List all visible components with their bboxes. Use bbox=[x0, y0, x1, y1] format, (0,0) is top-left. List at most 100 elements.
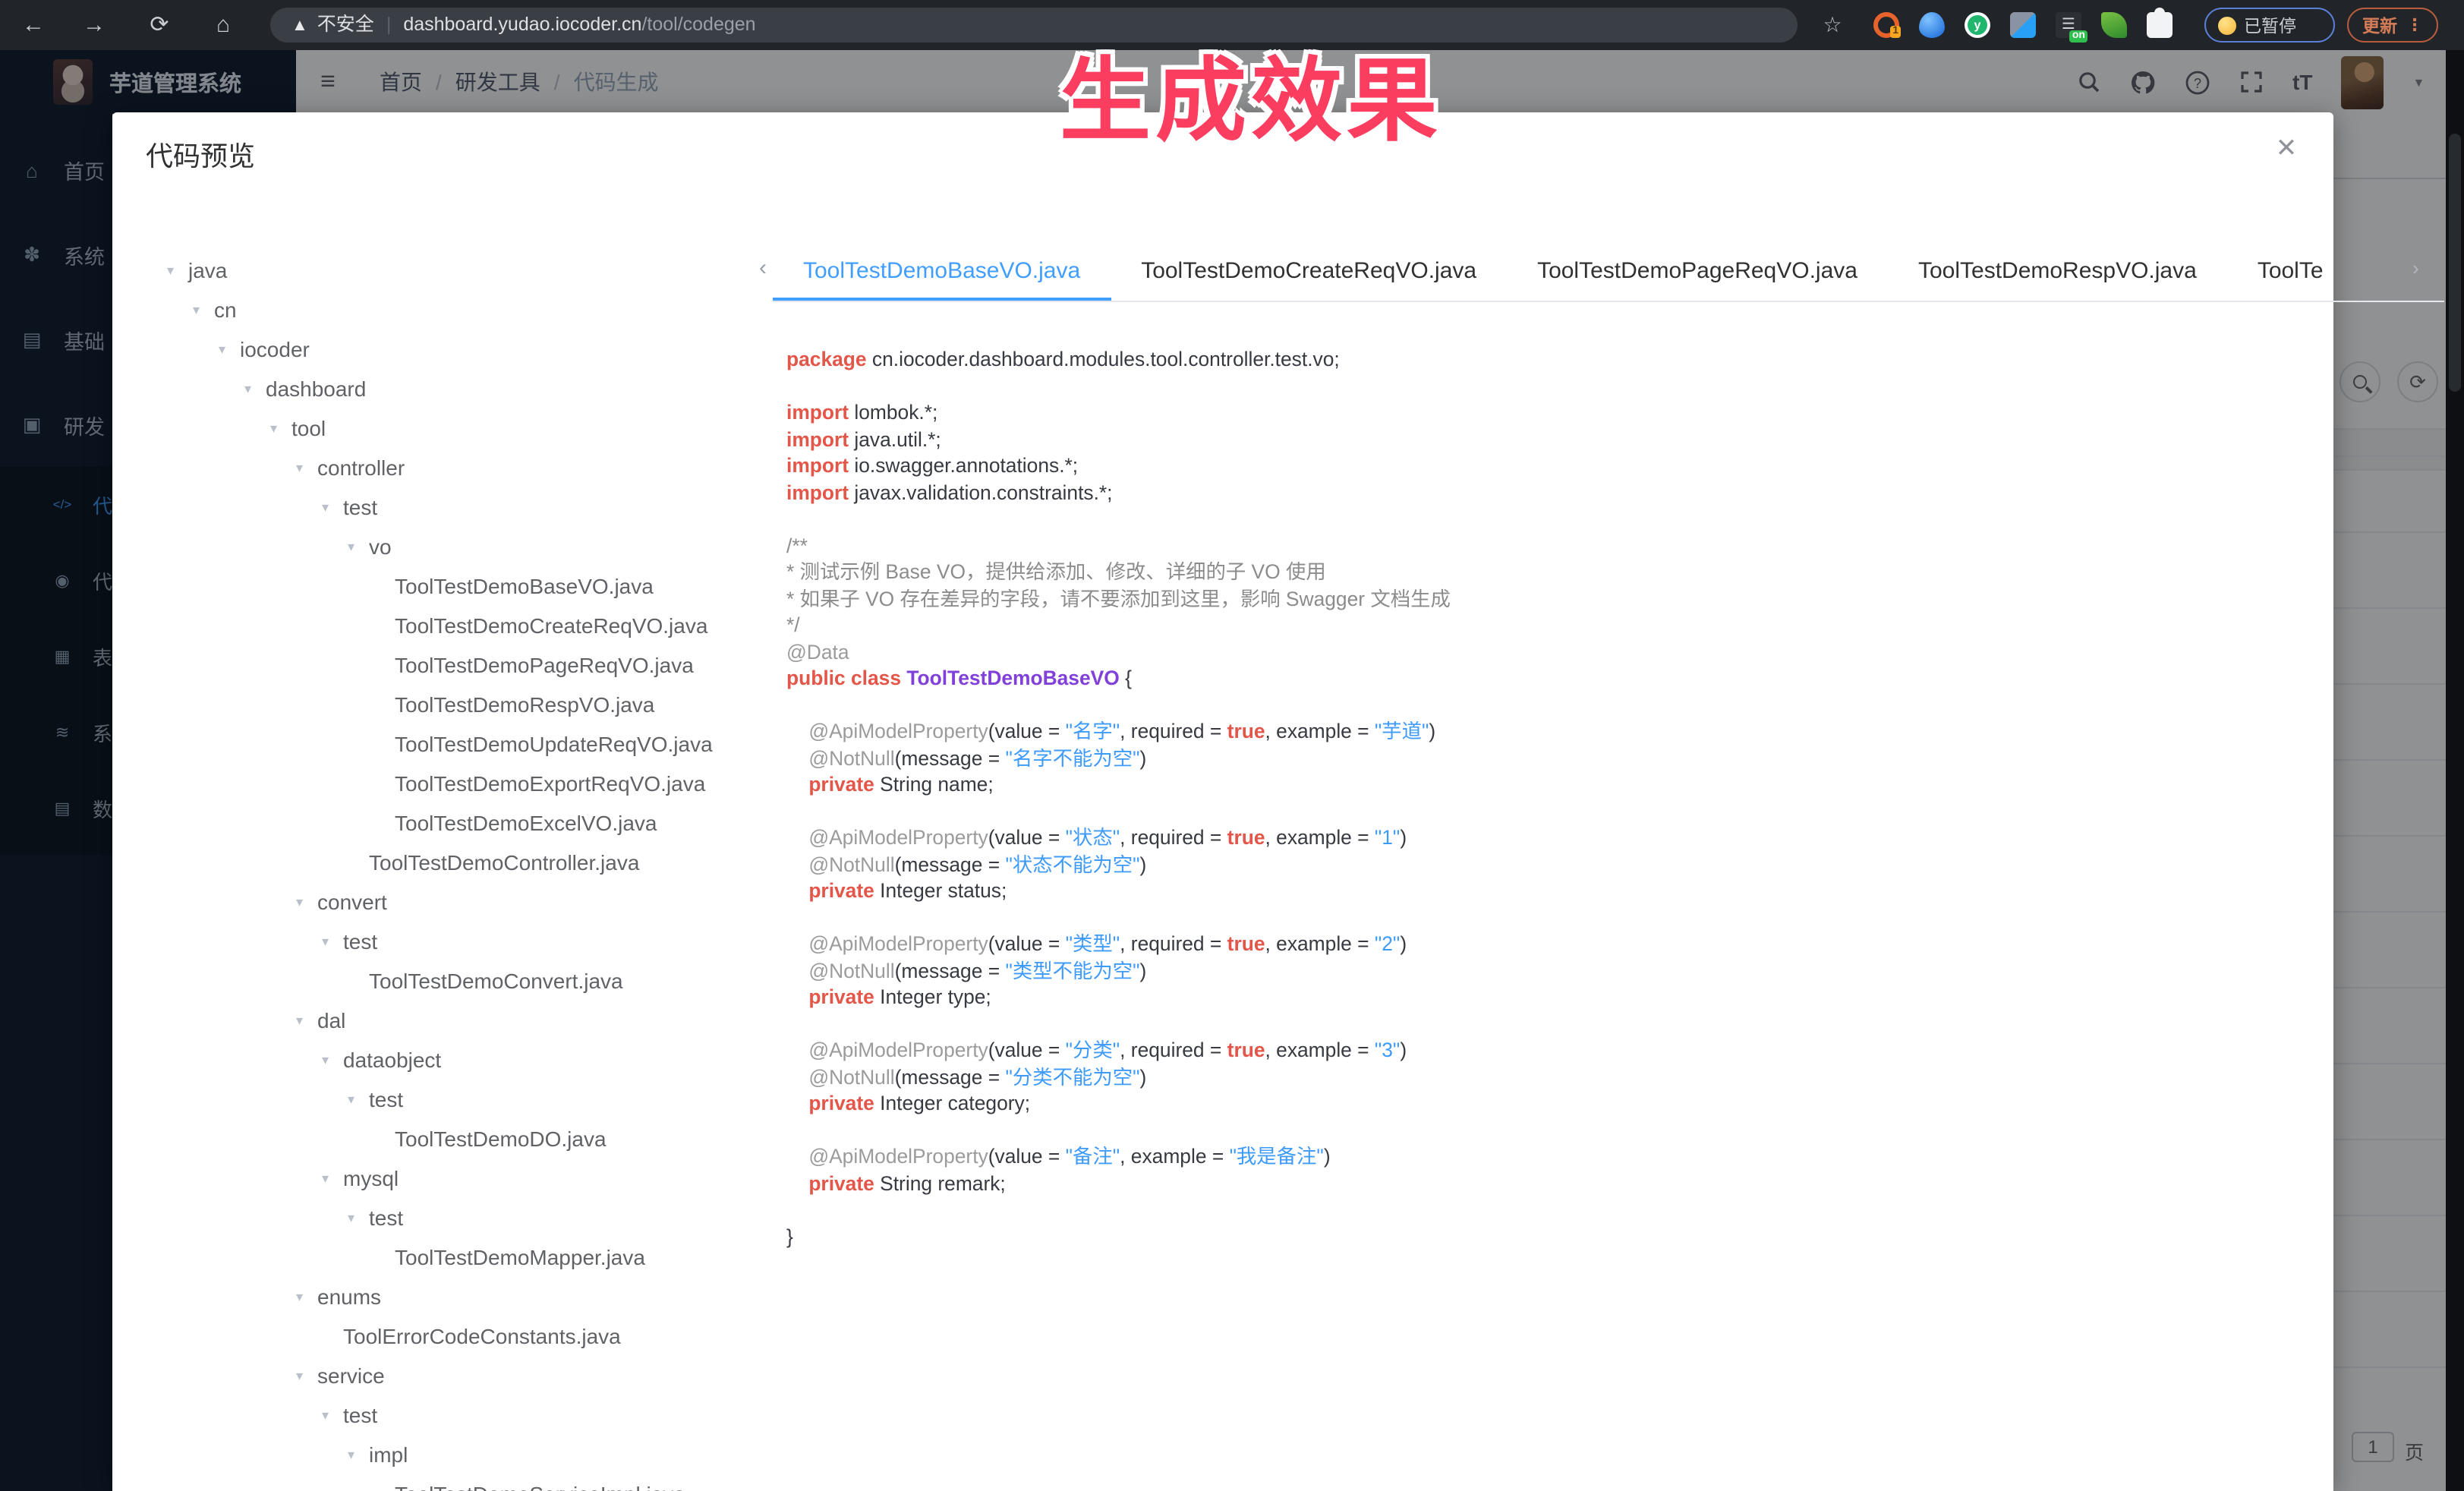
tree-file[interactable]: ToolTestDemoDO.java bbox=[149, 1119, 786, 1158]
code-line: @NotNull(message = "名字不能为空") bbox=[786, 745, 2320, 771]
tree-folder[interactable]: ▾tool bbox=[149, 408, 786, 448]
tree-folder[interactable]: ▾cn bbox=[149, 290, 786, 329]
code-line: private String remark; bbox=[786, 1170, 2320, 1196]
caret-down-icon[interactable]: ▾ bbox=[348, 1198, 369, 1237]
tree-folder[interactable]: ▾test bbox=[149, 922, 786, 961]
caret-down-icon[interactable]: ▾ bbox=[167, 251, 188, 290]
caret-down-icon[interactable]: ▾ bbox=[270, 408, 291, 448]
home-icon[interactable]: ⌂ bbox=[205, 0, 241, 50]
file-tab[interactable]: ToolTestDemoPageReqVO.java bbox=[1507, 243, 1888, 301]
address-bar[interactable]: ▲不安全|dashboard.yudao.iocoder.cn/tool/cod… bbox=[270, 8, 1798, 43]
reload-icon[interactable]: ⟳ bbox=[141, 0, 178, 50]
tree-item-label: ToolTestDemoBaseVO.java bbox=[395, 566, 654, 606]
tree-file[interactable]: ToolTestDemoController.java bbox=[149, 843, 786, 882]
tree-item-label: test bbox=[343, 487, 377, 527]
back-icon[interactable]: ← bbox=[15, 0, 52, 50]
green-y-extension-icon[interactable]: y bbox=[1965, 12, 1990, 38]
tree-folder[interactable]: ▾java bbox=[149, 251, 786, 290]
extension-badge: 1 bbox=[1890, 26, 1901, 38]
file-tab[interactable]: ToolTe bbox=[2227, 243, 2354, 301]
leaf-extension-icon[interactable] bbox=[2101, 12, 2127, 38]
caret-down-icon[interactable]: ▾ bbox=[348, 527, 369, 566]
tree-folder[interactable]: ▾convert bbox=[149, 882, 786, 922]
tree-file[interactable]: ToolTestDemoConvert.java bbox=[149, 961, 786, 1001]
file-tabs-bar: ‹ ToolTestDemoBaseVO.javaToolTestDemoCre… bbox=[759, 243, 2323, 302]
caret-down-icon[interactable]: ▾ bbox=[244, 369, 266, 408]
code-line: } bbox=[786, 1223, 2320, 1250]
code-line bbox=[786, 506, 2320, 532]
file-tree: ▾java▾cn▾iocoder▾dashboard▾tool▾controll… bbox=[149, 251, 786, 1491]
file-tabs: ToolTestDemoBaseVO.javaToolTestDemoCreat… bbox=[773, 243, 2405, 302]
caret-down-icon[interactable]: ▾ bbox=[322, 1395, 343, 1435]
tree-folder[interactable]: ▾test bbox=[149, 1080, 786, 1119]
tree-folder[interactable]: ▾dal bbox=[149, 1001, 786, 1040]
tree-folder[interactable]: ▾test bbox=[149, 487, 786, 527]
tree-item-label: iocoder bbox=[240, 329, 310, 369]
caret-down-icon[interactable]: ▾ bbox=[348, 1080, 369, 1119]
extension-badge: on bbox=[2070, 30, 2087, 43]
tree-file[interactable]: ToolTestDemoExcelVO.java bbox=[149, 803, 786, 843]
tree-folder[interactable]: ▾test bbox=[149, 1395, 786, 1435]
tabs-border-extension bbox=[2405, 301, 2444, 302]
tree-folder[interactable]: ▾vo bbox=[149, 527, 786, 566]
tree-folder[interactable]: ▾test bbox=[149, 1198, 786, 1237]
tree-folder[interactable]: ▾mysql bbox=[149, 1158, 786, 1198]
file-tab[interactable]: ToolTestDemoCreateReqVO.java bbox=[1111, 243, 1507, 301]
tabs-scroll-left-icon[interactable]: ‹ bbox=[759, 255, 767, 281]
orange-ring-extension-icon[interactable]: 1 bbox=[1873, 12, 1899, 38]
file-tab[interactable]: ToolTestDemoRespVO.java bbox=[1888, 243, 2227, 301]
tree-file[interactable]: ToolTestDemoPageReqVO.java bbox=[149, 645, 786, 685]
tree-folder[interactable]: ▾dataobject bbox=[149, 1040, 786, 1080]
blue-drop-extension-icon[interactable] bbox=[1919, 12, 1945, 38]
tree-file[interactable]: ToolTestDemoRespVO.java bbox=[149, 685, 786, 724]
code-line: private Integer type; bbox=[786, 984, 2320, 1010]
code-line: private Integer category; bbox=[786, 1090, 2320, 1117]
tree-item-label: ToolTestDemoPageReqVO.java bbox=[395, 645, 694, 685]
tree-file[interactable]: ToolErrorCodeConstants.java bbox=[149, 1316, 786, 1356]
tree-folder[interactable]: ▾controller bbox=[149, 448, 786, 487]
caret-down-icon[interactable]: ▾ bbox=[296, 882, 317, 922]
tabs-scroll-right-icon[interactable]: › bbox=[2412, 257, 2419, 279]
tree-file[interactable]: ToolTestDemoMapper.java bbox=[149, 1237, 786, 1277]
paused-extension-pill[interactable]: 已暂停 bbox=[2204, 8, 2335, 43]
puzzle-extension-icon[interactable] bbox=[2147, 12, 2173, 38]
caret-down-icon[interactable]: ▾ bbox=[322, 1158, 343, 1198]
list-extension-icon[interactable]: ☰on bbox=[2056, 12, 2081, 38]
caret-down-icon[interactable]: ▾ bbox=[322, 487, 343, 527]
caret-down-icon[interactable]: ▾ bbox=[219, 329, 240, 369]
paused-label: 已暂停 bbox=[2244, 13, 2296, 37]
tree-item-label: dashboard bbox=[266, 369, 366, 408]
caret-down-icon[interactable]: ▾ bbox=[296, 1356, 317, 1395]
tree-item-label: vo bbox=[369, 527, 392, 566]
file-tab[interactable]: ToolTestDemoBaseVO.java bbox=[773, 243, 1111, 301]
tree-item-label: ToolTestDemoCreateReqVO.java bbox=[395, 606, 707, 645]
close-icon[interactable]: ✕ bbox=[2268, 131, 2305, 167]
caret-down-icon[interactable]: ▾ bbox=[296, 1001, 317, 1040]
kebab-menu-icon[interactable]: ⋮ bbox=[2406, 15, 2423, 35]
caret-down-icon[interactable]: ▾ bbox=[348, 1435, 369, 1474]
tree-folder[interactable]: ▾iocoder bbox=[149, 329, 786, 369]
caret-down-icon[interactable]: ▾ bbox=[322, 1040, 343, 1080]
code-viewer: package cn.iocoder.dashboard.modules.too… bbox=[786, 346, 2320, 1250]
tree-item-label: ToolTestDemoExportReqVO.java bbox=[395, 764, 705, 803]
tree-file[interactable]: ToolTestDemoBaseVO.java bbox=[149, 566, 786, 606]
tree-folder[interactable]: ▾enums bbox=[149, 1277, 786, 1316]
caret-down-icon[interactable]: ▾ bbox=[296, 448, 317, 487]
url-host: dashboard.yudao.iocoder.cn bbox=[403, 14, 641, 35]
tree-file[interactable]: ToolTestDemoServiceImpl.java bbox=[149, 1474, 786, 1491]
tree-file[interactable]: ToolTestDemoUpdateReqVO.java bbox=[149, 724, 786, 764]
forward-icon[interactable]: → bbox=[76, 0, 112, 50]
bookmark-star-icon[interactable]: ☆ bbox=[1816, 0, 1849, 50]
tree-folder[interactable]: ▾dashboard bbox=[149, 369, 786, 408]
caret-down-icon[interactable]: ▾ bbox=[322, 922, 343, 961]
tree-folder[interactable]: ▾service bbox=[149, 1356, 786, 1395]
caret-down-icon[interactable]: ▾ bbox=[193, 290, 214, 329]
tree-file[interactable]: ToolTestDemoExportReqVO.java bbox=[149, 764, 786, 803]
browser-update-button[interactable]: 更新 ⋮ bbox=[2347, 8, 2438, 43]
squares-extension-icon[interactable] bbox=[2010, 12, 2036, 38]
not-secure-label: 不安全 bbox=[317, 14, 374, 35]
tree-file[interactable]: ToolTestDemoCreateReqVO.java bbox=[149, 606, 786, 645]
caret-down-icon[interactable]: ▾ bbox=[296, 1277, 317, 1316]
tree-item-label: test bbox=[343, 922, 377, 961]
tree-folder[interactable]: ▾impl bbox=[149, 1435, 786, 1474]
